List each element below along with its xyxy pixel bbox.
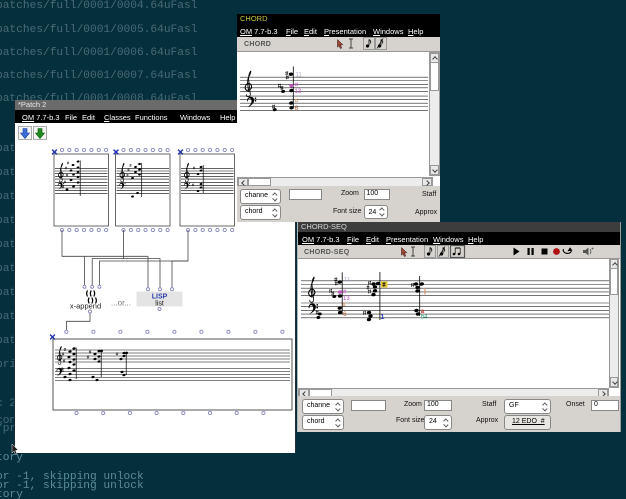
svg-text:1: 1 — [381, 314, 385, 321]
svg-text:11: 11 — [296, 73, 303, 79]
svg-text:LISP: LISP — [152, 294, 168, 301]
svg-text:11: 11 — [344, 278, 351, 284]
svg-text:6: 6 — [343, 311, 347, 318]
svg-text:b4: b4 — [421, 315, 428, 321]
svg-text:13: 13 — [295, 89, 302, 95]
svg-text:...or...: ...or... — [111, 299, 131, 308]
svg-text:6: 6 — [295, 105, 299, 112]
svg-text:list: list — [155, 301, 164, 308]
svg-text:x-append: x-append — [70, 302, 101, 311]
svg-text:13: 13 — [343, 296, 350, 302]
